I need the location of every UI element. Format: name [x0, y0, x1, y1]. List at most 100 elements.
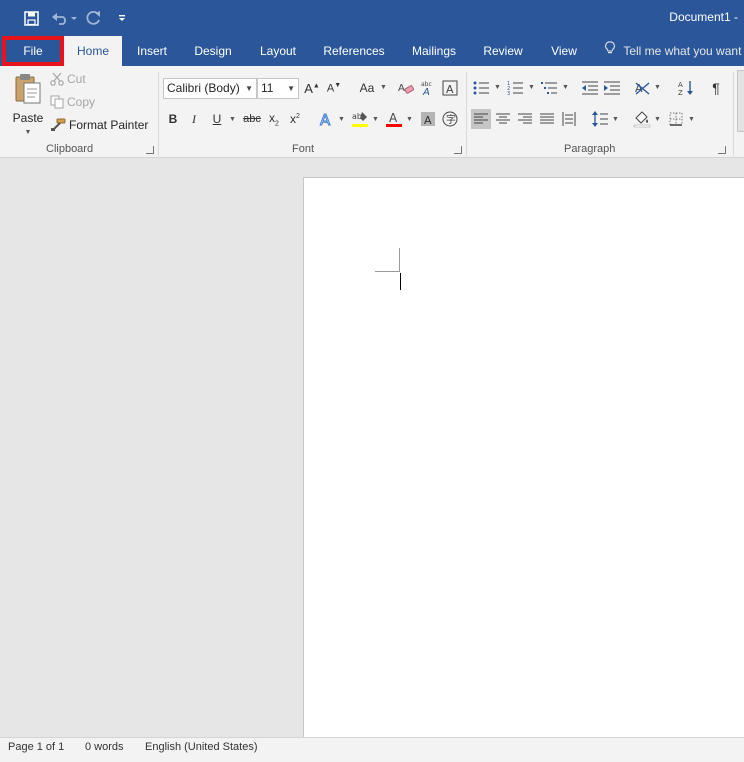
shrink-font-button[interactable]: A▼: [324, 78, 344, 98]
group-separator: [158, 72, 159, 156]
redo-icon[interactable]: [84, 7, 104, 29]
lightbulb-icon: [604, 41, 616, 55]
sort-button[interactable]: AZ: [676, 78, 696, 98]
increase-indent-button[interactable]: [602, 78, 622, 98]
align-right-button[interactable]: [515, 109, 535, 129]
font-dialog-launcher[interactable]: [454, 146, 462, 154]
svg-text:A: A: [320, 111, 331, 127]
tab-insert[interactable]: Insert: [126, 36, 178, 66]
font-size-dropdown[interactable]: 11 ▼: [257, 78, 299, 99]
cut-button[interactable]: Cut: [50, 72, 86, 86]
borders-button[interactable]: [666, 109, 686, 129]
decrease-indent-button[interactable]: [580, 78, 600, 98]
document-page[interactable]: [303, 177, 744, 737]
paste-label: Paste: [12, 111, 44, 125]
text-effects-button[interactable]: A: [316, 109, 336, 129]
font-color-caret[interactable]: ▼: [406, 116, 413, 123]
phonetic-guide-button[interactable]: abc A: [418, 78, 438, 98]
phonetic-guide-icon: abc A: [420, 80, 436, 96]
svg-text:A: A: [389, 111, 398, 125]
bold-button[interactable]: B: [163, 109, 183, 129]
undo-icon[interactable]: [50, 7, 78, 29]
show-formatting-button[interactable]: ¶: [706, 78, 726, 98]
styles-gallery-edge[interactable]: [737, 70, 744, 132]
tab-layout[interactable]: Layout: [250, 36, 306, 66]
cut-label: Cut: [67, 72, 86, 86]
align-left-button[interactable]: [471, 109, 491, 129]
status-bar: Page 1 of 1 0 words English (United Stat…: [0, 737, 744, 762]
borders-caret[interactable]: ▼: [688, 116, 695, 123]
line-spacing-caret[interactable]: ▼: [612, 116, 619, 123]
svg-text:A: A: [398, 83, 405, 94]
subscript-button[interactable]: x2: [264, 109, 284, 129]
clear-formatting-button[interactable]: A: [396, 78, 416, 98]
customize-qat-icon[interactable]: [114, 7, 130, 29]
save-icon[interactable]: [20, 7, 42, 29]
enclose-characters-button[interactable]: 字: [440, 109, 460, 129]
align-center-button[interactable]: [493, 109, 513, 129]
shading-button[interactable]: [632, 109, 652, 129]
format-painter-button[interactable]: Format Painter: [50, 118, 148, 132]
line-spacing-button[interactable]: [590, 109, 610, 129]
line-spacing-icon: [592, 111, 608, 127]
strikethrough-button[interactable]: abc: [241, 109, 263, 129]
subscript-icon: x2: [269, 110, 279, 128]
tab-design[interactable]: Design: [186, 36, 240, 66]
underline-button[interactable]: U: [207, 109, 227, 129]
copy-button[interactable]: Copy: [50, 95, 95, 109]
multilevel-list-icon: [541, 81, 557, 95]
font-color-button[interactable]: A: [384, 109, 404, 129]
increase-indent-icon: [604, 81, 620, 95]
font-name-dropdown[interactable]: Calibri (Body) ▼: [163, 78, 257, 99]
paste-icon: [13, 72, 43, 106]
change-case-button[interactable]: Aa: [354, 78, 380, 98]
justify-button[interactable]: [537, 109, 557, 129]
group-separator: [466, 72, 467, 156]
text-highlight-button[interactable]: ab: [350, 109, 370, 129]
document-canvas[interactable]: [0, 159, 744, 737]
page-count[interactable]: Page 1 of 1: [8, 741, 64, 753]
paste-button[interactable]: Paste ▼: [8, 72, 48, 136]
tab-file[interactable]: File: [2, 36, 64, 66]
change-case-caret[interactable]: ▼: [380, 84, 387, 91]
strikethrough-icon: abc: [243, 113, 261, 125]
shading-caret[interactable]: ▼: [654, 116, 661, 123]
tell-me-search[interactable]: Tell me what you want: [604, 36, 741, 66]
svg-text:A: A: [424, 114, 432, 127]
align-left-icon: [474, 113, 488, 125]
multilevel-list-button[interactable]: [539, 78, 559, 98]
bullets-button[interactable]: [471, 78, 491, 98]
shrink-font-icon: A▼: [326, 81, 342, 95]
chevron-down-icon: ▼: [287, 84, 295, 93]
paint-bucket-icon: [633, 110, 651, 128]
tab-home[interactable]: Home: [64, 36, 122, 66]
tab-view[interactable]: View: [543, 36, 585, 66]
bullets-caret[interactable]: ▼: [494, 84, 501, 91]
paragraph-dialog-launcher[interactable]: [718, 146, 726, 154]
underline-caret[interactable]: ▼: [229, 116, 236, 123]
text-effects-icon: A: [318, 111, 334, 127]
character-shading-button[interactable]: A: [418, 109, 438, 129]
numbering-button[interactable]: 123: [505, 78, 525, 98]
asian-layout-button[interactable]: A: [632, 78, 652, 98]
paste-dropdown-caret[interactable]: ▼: [25, 129, 32, 136]
character-border-button[interactable]: A: [440, 78, 460, 98]
word-count[interactable]: 0 words: [85, 741, 124, 753]
scissors-icon: [50, 72, 64, 86]
tab-review[interactable]: Review: [477, 36, 529, 66]
clipboard-dialog-launcher[interactable]: [146, 146, 154, 154]
tab-references[interactable]: References: [318, 36, 390, 66]
italic-button[interactable]: I: [184, 109, 204, 129]
grow-font-button[interactable]: A▲: [302, 78, 322, 98]
highlighter-icon: ab: [351, 110, 369, 128]
multilevel-list-caret[interactable]: ▼: [562, 84, 569, 91]
text-effects-caret[interactable]: ▼: [338, 116, 345, 123]
language-indicator[interactable]: English (United States): [145, 741, 258, 753]
distributed-button[interactable]: [559, 109, 579, 129]
superscript-button[interactable]: x2: [285, 109, 305, 129]
text-highlight-caret[interactable]: ▼: [372, 116, 379, 123]
asian-layout-caret[interactable]: ▼: [654, 84, 661, 91]
tab-mailings[interactable]: Mailings: [404, 36, 464, 66]
paintbrush-icon: [50, 118, 66, 132]
numbering-caret[interactable]: ▼: [528, 84, 535, 91]
